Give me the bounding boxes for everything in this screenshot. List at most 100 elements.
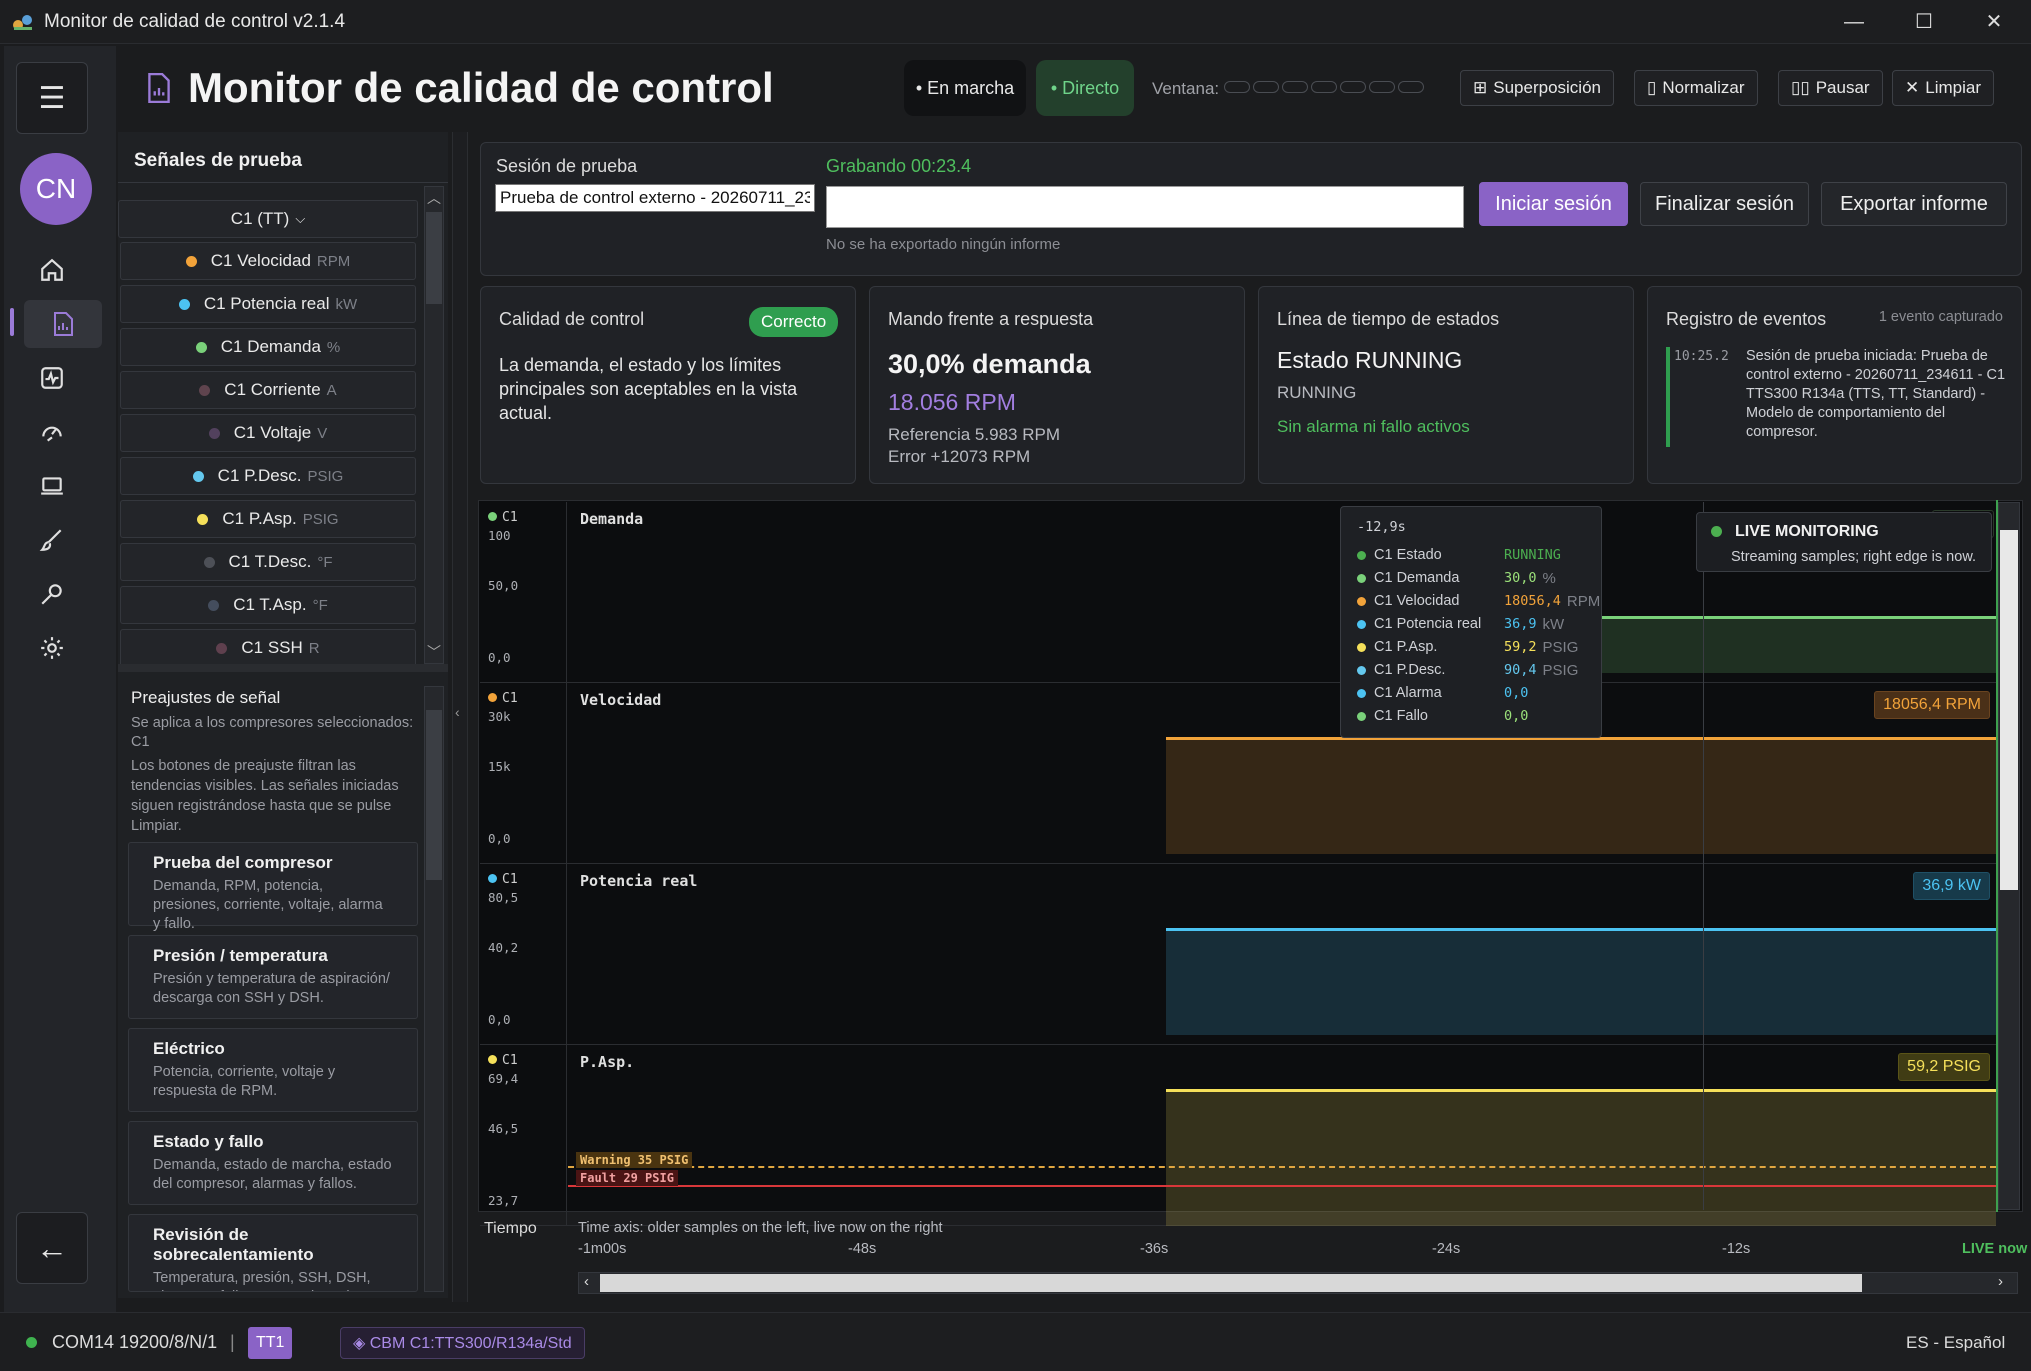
scroll-left-icon[interactable]: ‹ <box>584 1273 589 1290</box>
panel-splitter[interactable]: ‹ <box>452 132 468 1302</box>
warning-label: Warning 35 PSIG <box>576 1152 693 1168</box>
trend-lane: C1 Velocidad 30k 15k 0,0 18056,4 RPM <box>480 683 1996 864</box>
window-slider[interactable] <box>1224 81 1427 95</box>
tooltip-label: C1 Estado <box>1374 547 1442 563</box>
tooltip-unit: % <box>1542 569 1556 587</box>
overlay-label: Superposición <box>1493 78 1601 97</box>
app-logo-icon <box>13 15 32 30</box>
scroll-thumb[interactable] <box>426 212 442 304</box>
scroll-down-icon[interactable]: ﹀ <box>427 642 441 662</box>
lane-dot-icon <box>488 874 497 883</box>
report-icon[interactable] <box>24 300 102 348</box>
scroll-right-icon[interactable]: › <box>1998 1273 2003 1290</box>
tooltip-dot-icon <box>1357 596 1366 606</box>
end-session-button[interactable]: Finalizar sesión <box>1640 182 1809 226</box>
series-line <box>1580 616 1996 619</box>
signal-item[interactable]: C1 Demanda% <box>120 328 416 366</box>
signal-item[interactable]: C1 Velocidad RPM <box>120 242 416 280</box>
quality-title: Calidad de control <box>499 309 645 329</box>
tt-badge[interactable]: TT1 <box>248 1327 293 1359</box>
rectangle-icon: ▯ <box>1647 78 1657 97</box>
signal-dot-icon <box>216 642 228 654</box>
error-value: Error +12073 RPM <box>888 447 1031 466</box>
clear-label: Limpiar <box>1925 78 1981 97</box>
gauge-icon[interactable] <box>28 408 76 456</box>
pause-button[interactable]: ▯▯ Pausar <box>1778 70 1883 106</box>
start-session-button[interactable]: Iniciar sesión <box>1479 182 1628 226</box>
signal-unit: PSIG <box>302 510 339 528</box>
preset-button[interactable]: Prueba del compresor Demanda, RPM, potenc… <box>128 842 418 932</box>
normalize-button[interactable]: ▯ Normalizar <box>1634 70 1758 106</box>
cbm-badge[interactable]: ◈ CBM C1:TTS300/R134a/Std <box>340 1327 585 1359</box>
avatar[interactable]: CN <box>20 153 92 225</box>
chevron-down-icon: ⌵ <box>295 211 306 226</box>
language-indicator[interactable]: ES - Español <box>1906 1333 2005 1353</box>
lane-tick: 40,2 <box>488 940 519 955</box>
lane-divider <box>566 502 567 683</box>
tooltip-value: 59,2 <box>1504 639 1537 655</box>
hover-tooltip: -12,9s C1 Estado RUNNING C1 Demanda 30,0% C1… <box>1340 506 1602 738</box>
signal-dot-icon <box>185 255 197 267</box>
time-scroll-thumb[interactable] <box>600 1274 1862 1292</box>
preset-button[interactable]: Presión / temperatura Presión y temperatu… <box>128 935 418 1019</box>
signal-label: C1 T.Asp. <box>233 595 307 614</box>
status-bar: COM14 19200/8/N/1 | TT1 ◈ CBM C1:TTS300/… <box>0 1312 2031 1371</box>
event-time: 10:25.2 <box>1674 349 1729 364</box>
minimize-icon[interactable]: — <box>1834 8 1874 36</box>
scroll-up-icon[interactable]: ︿ <box>427 188 441 208</box>
tooltip-row: C1 Demanda 30,0% <box>1357 568 1556 588</box>
laptop-icon[interactable] <box>28 462 76 510</box>
wrench-icon[interactable] <box>28 570 76 618</box>
pulse-icon[interactable] <box>28 354 76 402</box>
signal-item[interactable]: C1 T.Desc. °F <box>120 543 416 581</box>
signal-unit: A <box>326 381 337 399</box>
maximize-icon[interactable]: ☐ <box>1904 8 1944 36</box>
collapse-button[interactable]: ← <box>16 1212 88 1284</box>
brush-icon[interactable] <box>28 516 76 564</box>
session-name-input[interactable] <box>495 184 815 212</box>
signal-unit: R <box>308 639 320 657</box>
session-notes-input[interactable] <box>826 186 1464 228</box>
signal-item[interactable]: C1 SSH R <box>120 629 416 667</box>
signal-dot-icon <box>192 470 204 482</box>
splitter[interactable] <box>118 664 448 672</box>
export-report-button[interactable]: Exportar informe <box>1821 182 2007 226</box>
settings-icon[interactable] <box>28 624 76 672</box>
signal-label: C1 Demanda <box>220 337 321 356</box>
overlay-button[interactable]: ⊞ Superposición <box>1460 70 1614 106</box>
lane-dot-icon <box>488 512 497 521</box>
tooltip-dot-icon <box>1357 619 1366 629</box>
tooltip-dot-icon <box>1357 642 1366 652</box>
signal-unit: °F <box>312 596 328 614</box>
preset-button[interactable]: Eléctrico Potencia, corriente, voltaje y … <box>128 1028 418 1112</box>
series-area <box>1580 616 1996 673</box>
presets-title: Preajustes de señal <box>131 688 281 707</box>
lane-tick: 0,0 <box>488 650 511 665</box>
time-tick: -12s <box>1722 1241 1751 1257</box>
status-separator: | <box>230 1332 235 1352</box>
signal-dot-icon <box>208 427 220 439</box>
tooltip-value: 30,0 <box>1504 570 1537 586</box>
preset-button[interactable]: Estado y fallo Demanda, estado de marcha,… <box>128 1121 418 1205</box>
home-icon[interactable] <box>28 246 76 294</box>
tooltip-unit: PSIG <box>1542 638 1579 656</box>
compressor-selector[interactable]: C1 (TT) ⌵ <box>118 200 418 238</box>
presets-scroll-thumb[interactable] <box>426 710 442 880</box>
pause-icon: ▯▯ <box>1791 78 1810 97</box>
trend-lane: C1 P.Asp. 69,4 46,5 23,7 59,2 PSIG Warning 35 … <box>480 1045 1996 1226</box>
preset-button[interactable]: Revisión de sobrecalentamiento Temperatur… <box>128 1214 418 1292</box>
signal-item[interactable]: C1 Potencia real kW <box>120 285 416 323</box>
clear-button[interactable]: ✕ Limpiar <box>1892 70 1994 106</box>
chart-vscroll-thumb[interactable] <box>2000 530 2018 890</box>
signal-item[interactable]: C1 Corriente A <box>120 371 416 409</box>
time-axis-desc: Time axis: older samples on the left, li… <box>578 1220 943 1236</box>
signal-item[interactable]: C1 Voltaje V <box>120 414 416 452</box>
signal-item[interactable]: C1 P.Asp. PSIG <box>120 500 416 538</box>
events-count: 1 evento capturado <box>1878 309 2003 325</box>
tooltip-row: C1 Potencia real 36,9 kW <box>1357 614 1564 634</box>
signal-item[interactable]: C1 T.Asp. °F <box>120 586 416 624</box>
menu-button[interactable]: ☰ <box>16 62 88 134</box>
close-icon[interactable]: ✕ <box>1974 8 2014 36</box>
timeline-card: Línea de tiempo de estados Estado RUNNIN… <box>1258 286 1634 484</box>
signal-item[interactable]: C1 P.Desc. PSIG <box>120 457 416 495</box>
